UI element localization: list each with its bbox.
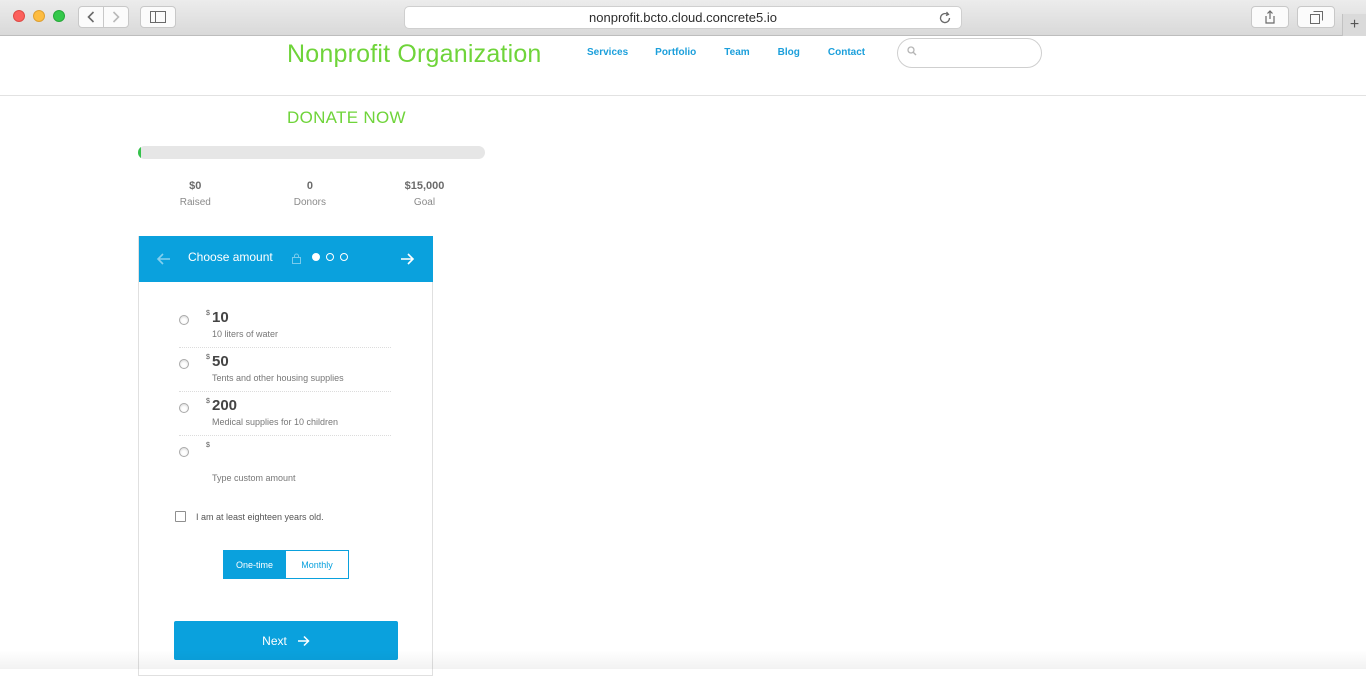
amount-description: Medical supplies for 10 children (212, 417, 339, 427)
nav-blog[interactable]: Blog (778, 47, 800, 58)
step-dot-1 (312, 253, 320, 261)
share-icon (1265, 10, 1275, 24)
currency-symbol: $ (206, 398, 210, 405)
custom-amount-input[interactable]: Type custom amount (212, 473, 296, 483)
amount-radio[interactable] (179, 359, 189, 369)
chevron-left-icon (87, 11, 95, 23)
url-text: nonprofit.bcto.cloud.concrete5.io (589, 10, 777, 25)
amount-value: 10 (212, 309, 229, 326)
reload-icon[interactable] (937, 10, 953, 26)
amount-option-50[interactable]: $ 50 Tents and other housing supplies (179, 348, 391, 392)
sidebar-toggle-button[interactable] (140, 6, 176, 28)
amount-value: 200 (212, 397, 238, 414)
tabs-icon (1309, 10, 1323, 24)
site-header: Nonprofit Organization Services Portfoli… (0, 36, 1366, 96)
search-input[interactable] (920, 43, 1032, 63)
donation-progress-fill (138, 146, 141, 159)
donation-form-header: Choose amount (139, 236, 433, 282)
age-checkbox-label: I am at least eighteen years old. (196, 511, 324, 522)
stat-label: Goal (413, 197, 436, 208)
nav-contact[interactable]: Contact (828, 47, 865, 58)
site-title[interactable]: Nonprofit Organization (287, 40, 542, 69)
stat-label: Raised (179, 197, 211, 208)
amount-description: 10 liters of water (212, 329, 279, 339)
new-tab-button[interactable]: + (1342, 14, 1366, 36)
frequency-toggle: One-time Monthly (223, 550, 349, 579)
chevron-right-icon (112, 11, 120, 23)
step-dot-3 (340, 253, 348, 261)
donation-form-card: Choose amount $ 10 10 liters of water $ … (138, 236, 433, 676)
stat-value: $15,000 (404, 180, 445, 192)
step-indicator (312, 253, 354, 261)
search-box (897, 38, 1042, 68)
amount-value: 50 (212, 353, 229, 370)
donate-heading: DONATE NOW (287, 108, 406, 127)
step-dot-2 (326, 253, 334, 261)
donation-progress-bar (138, 146, 485, 159)
stat-value: $0 (189, 180, 202, 192)
arrow-right-icon[interactable] (399, 251, 415, 267)
nav-portfolio[interactable]: Portfolio (655, 47, 696, 58)
next-button-label: Next (262, 633, 287, 648)
age-checkbox[interactable] (175, 511, 186, 522)
amount-option-custom[interactable]: $ Type custom amount (179, 436, 391, 483)
sidebar-icon (150, 11, 166, 23)
amount-option-200[interactable]: $ 200 Medical supplies for 10 children (179, 392, 391, 436)
amount-option-10[interactable]: $ 10 10 liters of water (179, 304, 391, 348)
stat-donors: 0 Donors (253, 180, 368, 208)
zoom-window-button[interactable] (53, 10, 65, 22)
donation-stats: $0 Raised 0 Donors $15,000 Goal (138, 180, 482, 208)
stat-goal: $15,000 Goal (367, 180, 482, 208)
lock-icon (292, 253, 301, 264)
search-icon (907, 46, 917, 56)
step-title: Choose amount (188, 250, 273, 264)
page-bottom-shadow (0, 650, 1366, 669)
share-button[interactable] (1251, 6, 1289, 28)
back-button[interactable] (78, 6, 104, 28)
address-bar[interactable]: nonprofit.bcto.cloud.concrete5.io (404, 6, 962, 29)
amount-radio[interactable] (179, 403, 189, 413)
arrow-right-icon (297, 635, 310, 646)
amount-description: Tents and other housing supplies (212, 373, 344, 383)
browser-toolbar: nonprofit.bcto.cloud.concrete5.io + (0, 0, 1366, 36)
currency-symbol: $ (206, 442, 210, 449)
monthly-button[interactable]: Monthly (286, 550, 349, 579)
currency-symbol: $ (206, 310, 210, 317)
age-confirmation[interactable]: I am at least eighteen years old. (175, 511, 324, 522)
stat-value: 0 (306, 180, 313, 192)
close-window-button[interactable] (13, 10, 25, 22)
one-time-button[interactable]: One-time (223, 550, 286, 579)
currency-symbol: $ (206, 354, 210, 361)
nav-services[interactable]: Services (587, 47, 628, 58)
stat-raised: $0 Raised (138, 180, 253, 208)
main-nav: Services Portfolio Team Blog Contact (587, 47, 893, 58)
arrow-left-icon[interactable] (156, 251, 172, 267)
amount-radio[interactable] (179, 315, 189, 325)
tab-overview-button[interactable] (1297, 6, 1335, 28)
minimize-window-button[interactable] (33, 10, 45, 22)
nav-team[interactable]: Team (724, 47, 749, 58)
forward-button[interactable] (103, 6, 129, 28)
stat-label: Donors (293, 197, 327, 208)
amount-radio[interactable] (179, 447, 189, 457)
